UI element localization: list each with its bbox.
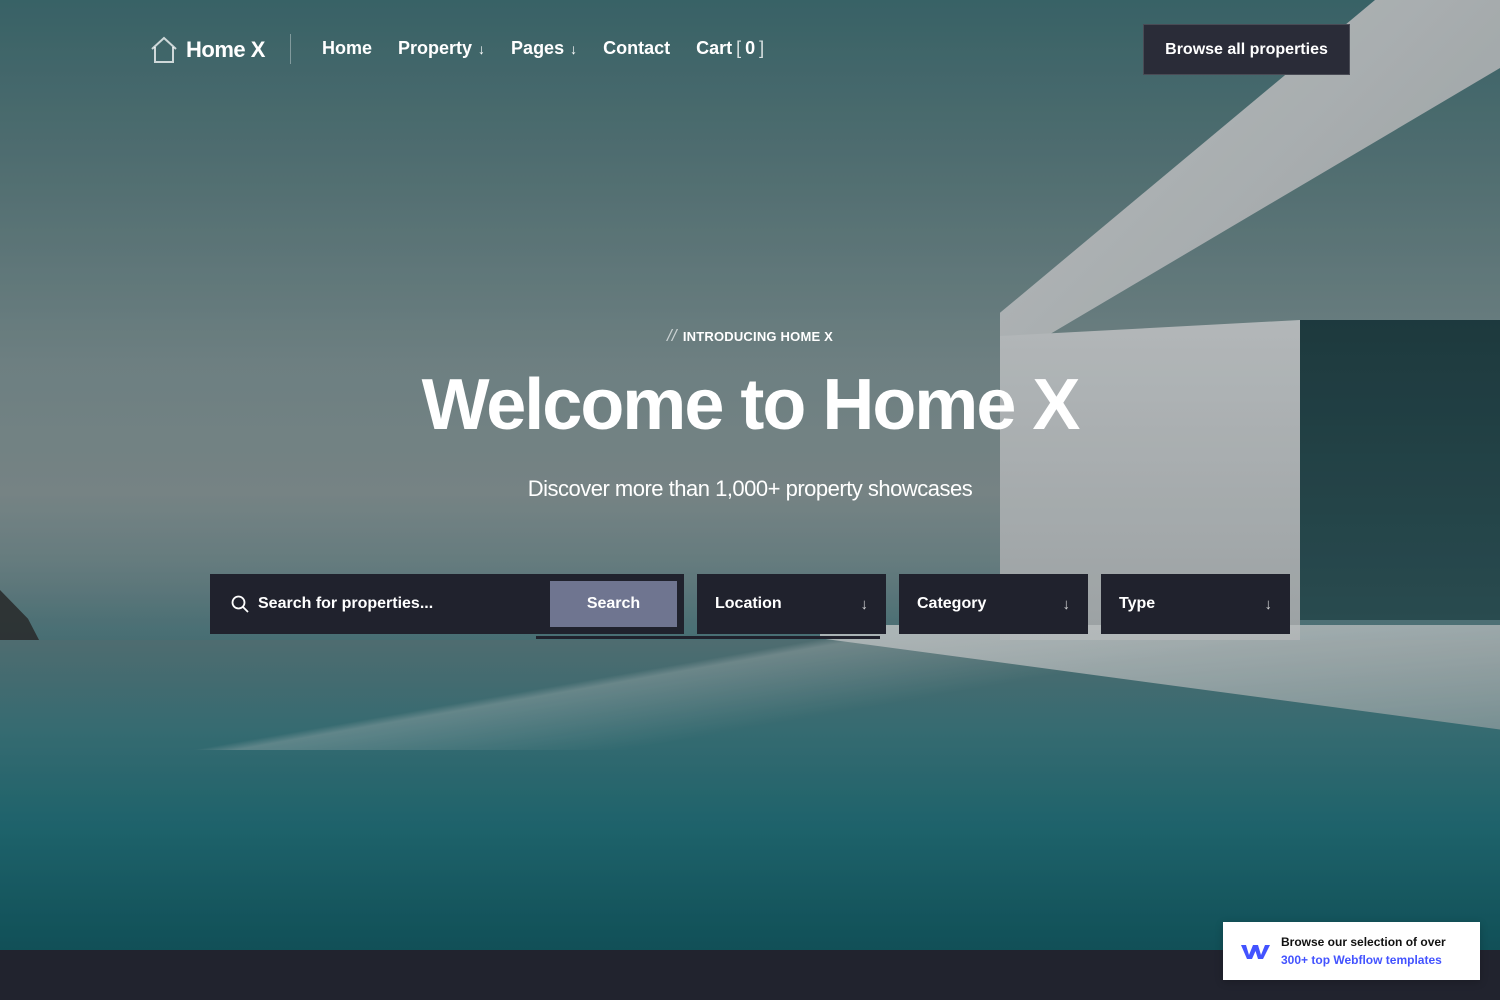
cart-bracket-open: [	[736, 38, 742, 58]
select-label: Category	[917, 595, 987, 612]
house-outline-icon	[151, 36, 177, 63]
search-button[interactable]: Search	[550, 581, 677, 627]
select-label: Type	[1119, 595, 1156, 612]
hero-title: Welcome to Home X	[421, 365, 1081, 445]
search-input[interactable]	[258, 595, 528, 613]
main-menu: Home Property ↓ Pages ↓ Contact Cart [ 0…	[322, 38, 764, 59]
nav-item-property[interactable]: Property ↓	[398, 38, 485, 59]
badge-line-1: Browse our selection of over	[1281, 935, 1446, 949]
arrow-down-icon: ↓	[860, 595, 869, 613]
browse-properties-button[interactable]: Browse all properties	[1143, 24, 1350, 75]
hero-background	[0, 0, 1500, 950]
arrow-down-icon: ↓	[1062, 595, 1071, 613]
nav-item-pages[interactable]: Pages ↓	[511, 38, 577, 59]
cart-label: Cart	[696, 38, 733, 58]
badge-line-2: 300+ top Webflow templates	[1281, 953, 1442, 967]
top-navbar: Home X Home Property ↓ Pages ↓ Contact C…	[0, 0, 1500, 100]
property-search-form: Search	[210, 574, 684, 634]
brand-logo-link[interactable]: Home X	[148, 34, 265, 66]
nav-item-label: Pages	[511, 38, 565, 58]
nav-item-home[interactable]: Home	[322, 38, 372, 59]
arrow-down-icon: ↓	[570, 40, 578, 57]
hero-overlay	[0, 0, 1500, 950]
location-select[interactable]: Location ↓	[697, 574, 886, 634]
hero-subtitle: Discover more than 1,000+ property showc…	[527, 476, 973, 501]
webflow-logo-icon	[1241, 945, 1270, 959]
eyebrow-slash: //	[666, 326, 677, 345]
type-select[interactable]: Type ↓	[1101, 574, 1290, 634]
nav-item-label: Property	[398, 38, 473, 58]
hero-eyebrow: // INTRODUCING HOME X	[0, 326, 1500, 346]
cart-bracket-close: ]	[759, 38, 765, 58]
arrow-down-icon: ↓	[1264, 595, 1273, 613]
webflow-templates-badge[interactable]: Browse our selection of over 300+ top We…	[1223, 922, 1480, 980]
cart-link[interactable]: Cart [ 0 ]	[696, 38, 764, 59]
nav-divider	[290, 34, 291, 64]
eyebrow-text: INTRODUCING HOME X	[682, 329, 834, 344]
search-icon	[231, 595, 249, 613]
nav-item-label: Contact	[603, 38, 671, 58]
brand-name: Home X	[186, 37, 265, 62]
cart-count: 0	[745, 38, 756, 58]
nav-item-label: Home	[322, 38, 373, 58]
search-underline	[536, 636, 880, 639]
arrow-down-icon: ↓	[478, 40, 486, 57]
select-label: Location	[715, 595, 782, 612]
nav-item-contact[interactable]: Contact	[603, 38, 670, 59]
badge-text: Browse our selection of over 300+ top We…	[1281, 935, 1446, 967]
category-select[interactable]: Category ↓	[899, 574, 1088, 634]
